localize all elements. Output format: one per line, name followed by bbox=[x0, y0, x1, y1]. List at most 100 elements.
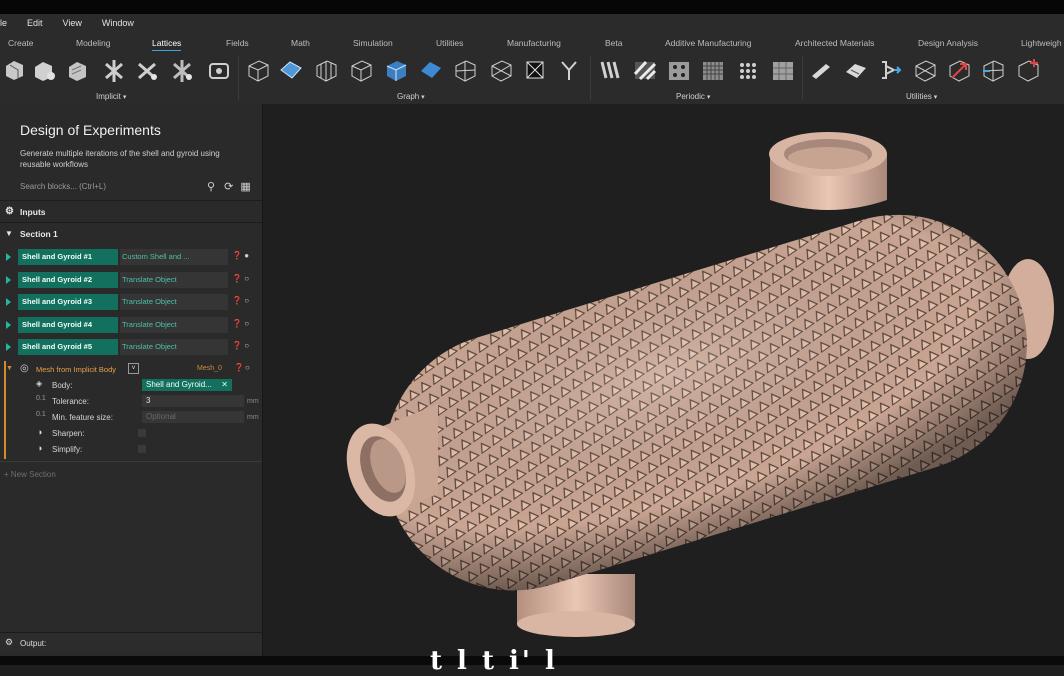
block-operation[interactable]: Translate Object bbox=[120, 339, 228, 355]
block-row[interactable]: Shell and Gyroid #2 Translate Object ❓ ○ bbox=[4, 272, 256, 288]
strut-lattice-icon[interactable] bbox=[102, 56, 128, 84]
expand-icon[interactable] bbox=[6, 298, 11, 306]
mesh-output-name[interactable]: Mesh_0 bbox=[197, 365, 222, 372]
texture-pattern-icon[interactable] bbox=[770, 56, 796, 84]
help-icon[interactable]: ❓ bbox=[232, 296, 242, 305]
empty-dot-icon[interactable]: ○ bbox=[244, 319, 249, 328]
collapse-icon[interactable]: ▼ bbox=[5, 229, 13, 238]
refresh-icon[interactable]: ⟳ bbox=[224, 181, 233, 193]
mesh-graph-icon[interactable] bbox=[488, 56, 514, 84]
tolerance-input[interactable]: 3 bbox=[142, 395, 244, 407]
close-icon[interactable]: ✕ bbox=[221, 379, 228, 391]
box-graph-icon[interactable] bbox=[348, 56, 374, 84]
library-icon[interactable]: ▦ bbox=[240, 181, 250, 193]
3d-viewport[interactable] bbox=[263, 104, 1064, 656]
collapse-icon[interactable]: ▼ bbox=[6, 365, 13, 372]
block-name[interactable]: Shell and Gyroid #4 bbox=[18, 317, 118, 333]
blue-grid-arrow-icon[interactable] bbox=[980, 56, 1006, 84]
shell-body-icon[interactable] bbox=[843, 56, 869, 84]
dropdown-icon[interactable]: ˅ bbox=[128, 363, 139, 374]
block-operation[interactable]: Custom Shell and ... bbox=[120, 249, 228, 265]
inputs-row[interactable]: ⚙ Inputs bbox=[0, 204, 262, 224]
tab-design-analysis[interactable]: Design Analysis bbox=[918, 38, 978, 48]
block-name[interactable]: Shell and Gyroid #1 bbox=[18, 249, 118, 265]
search-input[interactable]: Search blocks... (Ctrl+L) bbox=[20, 182, 106, 191]
group-graph[interactable]: Graph bbox=[397, 92, 425, 101]
tab-simulation[interactable]: Simulation bbox=[353, 38, 393, 48]
block-name[interactable]: Shell and Gyroid #5 bbox=[18, 339, 118, 355]
empty-dot-icon[interactable]: ○ bbox=[244, 274, 249, 283]
empty-dot-icon[interactable]: ○ bbox=[244, 341, 249, 350]
beam-icon[interactable] bbox=[808, 56, 834, 84]
tab-beta[interactable]: Beta bbox=[605, 38, 623, 48]
blue-surface-icon[interactable] bbox=[418, 56, 444, 84]
grid-pattern-icon[interactable] bbox=[700, 56, 726, 84]
tab-create[interactable]: Create bbox=[8, 38, 34, 48]
help-icon[interactable]: ❓ bbox=[232, 251, 242, 260]
empty-dot-icon[interactable]: ○ bbox=[245, 363, 250, 372]
sharpen-checkbox[interactable] bbox=[138, 429, 146, 437]
output-bar[interactable]: ⚙ Output: bbox=[0, 632, 262, 653]
block-operation[interactable]: Translate Object bbox=[120, 272, 228, 288]
cube-lattice-icon[interactable] bbox=[522, 56, 548, 84]
tab-additive-manufacturing[interactable]: Additive Manufacturing bbox=[665, 38, 751, 48]
cell-map-icon[interactable] bbox=[32, 56, 58, 84]
conformal-lattice-icon[interactable] bbox=[66, 56, 92, 84]
surface-graph-icon[interactable] bbox=[278, 56, 304, 84]
menu-window[interactable]: Window bbox=[92, 18, 144, 28]
add-body-icon[interactable] bbox=[1015, 56, 1041, 84]
expand-icon[interactable] bbox=[6, 343, 11, 351]
block-row[interactable]: Shell and Gyroid #3 Translate Object ❓ ○ bbox=[4, 294, 256, 310]
expand-icon[interactable] bbox=[6, 253, 11, 261]
group-periodic[interactable]: Periodic bbox=[676, 92, 710, 101]
dots-pattern-icon[interactable] bbox=[735, 56, 761, 84]
block-row[interactable]: Shell and Gyroid #1 Custom Shell and ...… bbox=[4, 249, 256, 265]
menu-view[interactable]: View bbox=[53, 18, 92, 28]
search-icon[interactable]: ⚲ bbox=[207, 181, 215, 193]
tab-lightweighting[interactable]: Lightweigh bbox=[1021, 38, 1062, 48]
red-wire-icon[interactable] bbox=[946, 56, 972, 84]
filled-dot-icon[interactable]: ● bbox=[244, 251, 249, 260]
tab-utilities[interactable]: Utilities bbox=[436, 38, 463, 48]
implicit-lattice-icon[interactable] bbox=[2, 56, 28, 84]
group-implicit[interactable]: Implicit bbox=[96, 92, 126, 101]
block-name[interactable]: Shell and Gyroid #3 bbox=[18, 294, 118, 310]
lattice-tank-model[interactable] bbox=[263, 104, 1064, 656]
block-operation[interactable]: Translate Object bbox=[120, 294, 228, 310]
mesh-block-title[interactable]: Mesh from Implicit Body bbox=[36, 365, 116, 374]
expand-icon[interactable] bbox=[6, 321, 11, 329]
help-icon[interactable]: ❓ bbox=[232, 341, 242, 350]
menu-file[interactable]: ile bbox=[0, 18, 17, 28]
tab-lattices[interactable]: Lattices bbox=[152, 38, 182, 51]
graded-lattice-icon[interactable] bbox=[170, 56, 196, 84]
diagonal-pattern-icon[interactable] bbox=[632, 56, 658, 84]
tab-modeling[interactable]: Modeling bbox=[76, 38, 111, 48]
tab-fields[interactable]: Fields bbox=[226, 38, 249, 48]
empty-dot-icon[interactable]: ○ bbox=[244, 296, 249, 305]
tab-manufacturing[interactable]: Manufacturing bbox=[507, 38, 561, 48]
tab-architected-materials[interactable]: Architected Materials bbox=[795, 38, 874, 48]
skin-lattice-icon[interactable] bbox=[206, 56, 232, 84]
body-field[interactable]: Shell and Gyroid... ✕ bbox=[142, 379, 232, 391]
expand-icon[interactable] bbox=[6, 276, 11, 284]
block-row[interactable]: Shell and Gyroid #4 Translate Object ❓ ○ bbox=[4, 317, 256, 333]
menu-edit[interactable]: Edit bbox=[17, 18, 53, 28]
block-row[interactable]: Shell and Gyroid #5 Translate Object ❓ ○ bbox=[4, 339, 256, 355]
voronoi-box-icon[interactable] bbox=[452, 56, 478, 84]
group-utilities[interactable]: Utilities bbox=[906, 92, 937, 101]
stripes-pattern-icon[interactable] bbox=[596, 56, 622, 84]
grid-graph-icon[interactable] bbox=[313, 56, 339, 84]
block-operation[interactable]: Translate Object bbox=[120, 317, 228, 333]
tab-math[interactable]: Math bbox=[291, 38, 310, 48]
wire-box-icon[interactable] bbox=[245, 56, 271, 84]
wire-body-icon[interactable] bbox=[912, 56, 938, 84]
graph-nodes-icon[interactable] bbox=[877, 56, 903, 84]
section-header[interactable]: ▼ Section 1 bbox=[0, 226, 262, 246]
min-feature-input[interactable]: Optional bbox=[142, 411, 244, 423]
new-section-button[interactable]: + New Section bbox=[4, 470, 56, 479]
help-icon[interactable]: ❓ bbox=[232, 319, 242, 328]
help-icon[interactable]: ❓ bbox=[232, 274, 242, 283]
blue-box-graph-icon[interactable] bbox=[383, 56, 409, 84]
branch-graph-icon[interactable] bbox=[556, 56, 582, 84]
help-icon[interactable]: ❓ bbox=[234, 363, 244, 372]
